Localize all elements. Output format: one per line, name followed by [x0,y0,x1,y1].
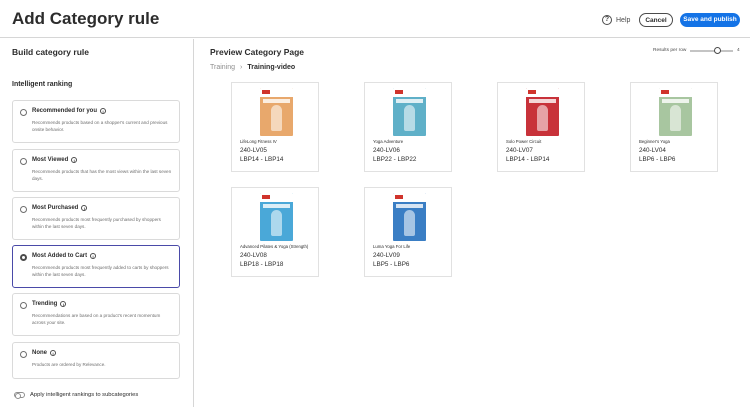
option-label: Recommended for you [32,108,98,114]
breadcrumb-parent[interactable]: Training [210,64,235,71]
product-name: Luma Yoga For Life [373,244,411,249]
option-label: Trending [32,301,58,307]
product-name: Advanced Pilates & Yoga (Strength) [240,244,309,249]
help-icon: ? [602,15,612,25]
subcategory-toggle-switch[interactable] [14,392,25,399]
option-label: None [32,350,47,356]
info-icon[interactable]: i [81,205,88,211]
product-sku: 240-LV08 [240,252,267,259]
results-per-row-value: 4 [737,48,740,53]
page-title: Add Category rule [12,9,160,28]
option-description: Recommends products most frequently purc… [32,217,161,229]
product-card[interactable]: Advanced Pilates & Yoga (Strength) 240-L… [231,187,319,277]
cancel-button[interactable]: Cancel [639,13,673,27]
results-per-row-label: Results per row [653,48,687,53]
option-description: Recommends products most frequently adde… [32,265,169,277]
radio-button[interactable] [20,109,27,116]
breadcrumb: Training › Training-video [210,64,295,71]
ranking-option-most-viewed[interactable]: Most Viewed i Recommends products that h… [12,149,180,192]
option-description: Recommends products that has the most vi… [32,169,172,181]
product-image [526,88,559,136]
product-code: LBP22 - LBP22 [373,156,417,163]
product-name: LifeLong Fitness IV [240,139,277,144]
product-sku: 240-LV07 [506,147,533,154]
product-image [393,193,426,241]
option-description: Recommendations are based on a product's… [32,313,161,325]
toggle-label: Apply intelligent rankings to subcategor… [30,392,139,398]
radio-button[interactable] [20,158,27,165]
subcategory-toggle-row: Apply intelligent rankings to subcategor… [14,392,139,399]
product-name: Solo Power Circuit [506,139,542,144]
results-per-row-slider-handle[interactable] [714,47,721,54]
product-image [260,88,293,136]
radio-button[interactable] [20,351,27,358]
radio-button-selected[interactable] [20,254,27,261]
info-icon[interactable]: i [60,301,67,307]
radio-button[interactable] [20,302,27,309]
results-per-row-slider-track[interactable] [690,50,733,52]
ranking-option-trending[interactable]: Trending i Recommendations are based on … [12,293,180,336]
option-label: Most Added to Cart [32,253,88,259]
breadcrumb-current: Training-video [247,64,296,71]
product-card[interactable]: LifeLong Fitness IV 240-LV05 LBP14 - LBP… [231,82,319,172]
product-code: LBP6 - LBP6 [639,156,676,163]
product-sku: 240-LV04 [639,147,666,154]
build-rule-panel: Build category rule Intelligent ranking … [0,39,194,407]
option-description: Products are ordered by Relevance. [32,362,106,367]
radio-button[interactable] [20,206,27,213]
ranking-option-most-purchased[interactable]: Most Purchased i Recommends products mos… [12,197,180,240]
info-icon[interactable]: i [71,157,78,163]
product-image [659,88,692,136]
ranking-option-none[interactable]: None i Products are ordered by Relevance… [12,342,180,379]
chevron-right-icon: › [240,64,243,71]
product-sku: 240-LV09 [373,252,400,259]
info-icon[interactable]: i [50,350,56,356]
section-title-intelligent-ranking: Intelligent ranking [12,81,73,88]
product-image [393,88,426,136]
panel-title: Build category rule [12,47,89,57]
ranking-option-most-added-to-cart[interactable]: Most Added to Cart i Recommends products… [12,245,180,288]
product-name: Beginner's Yoga [639,139,670,144]
page-header: Add Category rule ? Help Cancel Save and… [0,0,750,38]
product-sku: 240-LV05 [240,147,267,154]
product-card[interactable]: Solo Power Circuit 240-LV07 LBP14 - LBP1… [497,82,585,172]
info-icon[interactable]: i [100,108,107,114]
product-card[interactable]: Luma Yoga For Life 240-LV09 LBP5 - LBP6 [364,187,452,277]
info-icon[interactable]: i [90,253,97,259]
product-code: LBP14 - LBP14 [240,156,284,163]
product-code: LBP14 - LBP14 [506,156,550,163]
option-label: Most Viewed [32,157,69,163]
product-card[interactable]: Beginner's Yoga 240-LV04 LBP6 - LBP6 [630,82,718,172]
product-image [260,193,293,241]
product-sku: 240-LV06 [373,147,400,154]
product-name: Yoga Adventure [373,139,404,144]
option-description: Recommends products based on a shopper's… [32,120,168,132]
ranking-option-recommended-for-you[interactable]: Recommended for you i Recommends product… [12,100,180,143]
preview-title: Preview Category Page [210,47,305,57]
help-label: Help [616,16,631,24]
product-code: LBP5 - LBP6 [373,261,410,268]
product-code: LBP18 - LBP18 [240,261,284,268]
save-and-publish-button[interactable]: Save and publish [680,13,740,27]
help-link[interactable]: ? Help [602,15,630,25]
option-label: Most Purchased [32,205,79,211]
product-card[interactable]: Yoga Adventure 240-LV06 LBP22 - LBP22 [364,82,452,172]
